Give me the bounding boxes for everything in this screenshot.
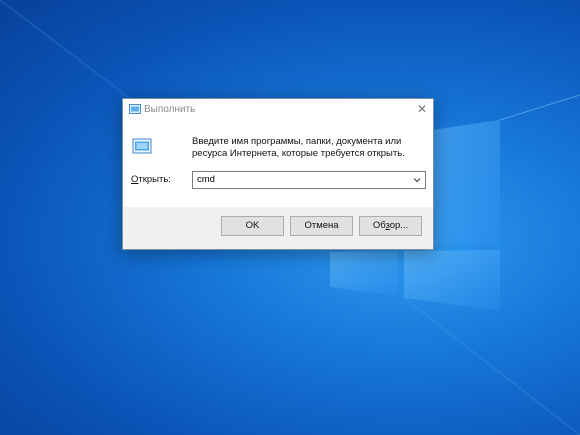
- open-label: Открыть:: [131, 174, 171, 185]
- run-dialog: Выполнить ✕ Введите имя программы, папки…: [122, 98, 434, 250]
- logo-pane-bottom-left: [330, 251, 398, 296]
- cancel-button[interactable]: Отмена: [290, 216, 353, 236]
- logo-pane-bottom-right: [404, 250, 500, 311]
- combo-value[interactable]: cmd: [197, 174, 215, 185]
- button-bar: OK Отмена Обзор...: [123, 207, 433, 249]
- ok-button[interactable]: OK: [221, 216, 284, 236]
- instruction-text: Введите имя программы, папки, документа …: [192, 136, 405, 159]
- open-combobox[interactable]: cmd: [192, 171, 426, 189]
- title-bar[interactable]: Выполнить ✕: [123, 99, 433, 121]
- close-icon: ✕: [416, 102, 428, 116]
- chevron-down-icon[interactable]: [412, 175, 422, 185]
- run-app-icon: [129, 104, 141, 114]
- close-button[interactable]: ✕: [411, 99, 433, 119]
- window-title: Выполнить: [144, 104, 196, 115]
- browse-button[interactable]: Обзор...: [359, 216, 422, 236]
- run-program-icon: [132, 138, 152, 154]
